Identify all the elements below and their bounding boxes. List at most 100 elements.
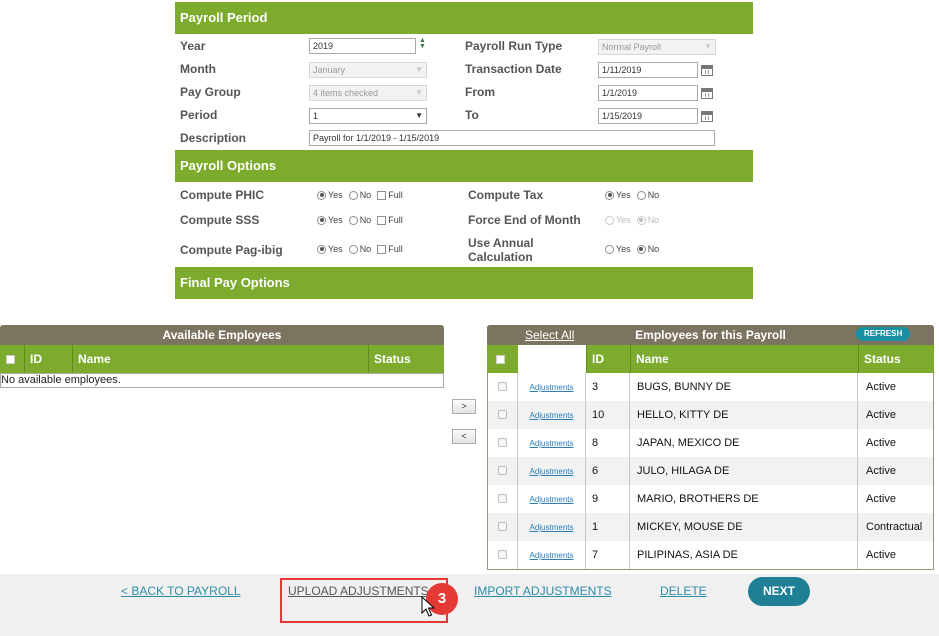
payroll-col-name[interactable]: Name (630, 345, 858, 373)
phic-full-checkbox[interactable] (377, 190, 387, 200)
row-checkbox-cell (488, 457, 518, 485)
year-label: Year (180, 39, 206, 53)
row-checkbox[interactable] (498, 522, 507, 531)
adjustments-link[interactable]: Adjustments (529, 439, 573, 448)
available-col-status[interactable]: Status (368, 345, 444, 373)
adjustments-link[interactable]: Adjustments (529, 551, 573, 560)
table-row[interactable]: Adjustments 7 PILIPINAS, ASIA DE Active (488, 541, 933, 569)
select-all-link[interactable]: Select All (525, 328, 574, 342)
refresh-button[interactable]: REFRESH (856, 327, 911, 341)
force-eom-yes-radio[interactable] (605, 215, 614, 225)
no-label: No (359, 215, 372, 225)
row-checkbox-cell (488, 373, 518, 401)
row-name: HELLO, KITTY DE (630, 401, 858, 429)
pay-group-value: 4 items checked (313, 88, 379, 98)
period-label: Period (180, 108, 218, 122)
transaction-date-input[interactable]: 1/11/2019 (598, 62, 698, 78)
run-type-select[interactable]: Normal Payroll ▼ (598, 39, 716, 55)
row-checkbox[interactable] (498, 438, 507, 447)
month-select[interactable]: January ▼ (309, 62, 427, 78)
tax-no-radio[interactable] (636, 190, 646, 200)
payroll-form: Payroll Period Year 2019 ▲ ▼ Month Januar… (175, 2, 753, 300)
row-status: Active (866, 493, 896, 505)
row-checkbox-cell (488, 513, 518, 541)
adjustments-link[interactable]: Adjustments (529, 383, 573, 392)
table-row[interactable]: Adjustments 3 BUGS, BUNNY DE Active (488, 373, 933, 401)
payroll-col-status[interactable]: Status (858, 345, 934, 373)
compute-pagibig-label: Compute Pag-ibig (180, 243, 283, 257)
year-spinner[interactable]: ▲ ▼ (419, 37, 426, 50)
annual-no-radio[interactable] (636, 244, 646, 254)
import-adjustments-link[interactable]: IMPORT ADJUSTMENTS (474, 584, 612, 598)
calendar-icon[interactable] (701, 65, 713, 76)
payroll-col-id[interactable]: ID (586, 345, 630, 373)
sss-full-checkbox[interactable] (377, 215, 387, 225)
available-select-all-cell (0, 345, 24, 373)
sss-no-radio[interactable] (348, 215, 358, 225)
row-adjustments-cell: Adjustments (518, 513, 586, 541)
tax-yes-radio[interactable] (605, 190, 614, 200)
final-pay-header[interactable]: Final Pay Options (175, 267, 753, 299)
row-checkbox[interactable] (498, 494, 507, 503)
adjustments-link[interactable]: Adjustments (529, 523, 573, 532)
table-row[interactable]: Adjustments 9 MARIO, BROTHERS DE Active (488, 485, 933, 513)
add-to-payroll-button[interactable]: > (452, 399, 476, 414)
period-select[interactable]: 1 ▼ (309, 108, 427, 124)
pagibig-full-checkbox[interactable] (377, 244, 387, 254)
pay-group-label: Pay Group (180, 85, 241, 99)
pagibig-yes-radio[interactable] (317, 244, 326, 254)
payroll-wizard: Payroll Period Year 2019 ▲ ▼ Month Januar… (0, 0, 939, 636)
payroll-employees-title: Employees for this Payroll (635, 328, 786, 342)
description-value: Payroll for 1/1/2019 - 1/15/2019 (313, 133, 440, 143)
phic-yes-radio[interactable] (317, 190, 326, 200)
to-label: To (465, 108, 479, 122)
table-row[interactable]: Adjustments 6 JULO, HILAGA DE Active (488, 457, 933, 485)
available-col-name[interactable]: Name (72, 345, 368, 373)
available-employees-title: Available Employees (0, 325, 444, 345)
available-col-id[interactable]: ID (24, 345, 72, 373)
row-checkbox[interactable] (498, 550, 507, 559)
annual-yes-radio[interactable] (605, 244, 614, 254)
calendar-icon[interactable] (701, 111, 713, 122)
pagibig-no-radio[interactable] (348, 244, 358, 254)
pay-group-select[interactable]: 4 items checked ▼ (309, 85, 427, 101)
adjustments-link[interactable]: Adjustments (529, 411, 573, 420)
table-row[interactable]: Adjustments 8 JAPAN, MEXICO DE Active (488, 429, 933, 457)
to-date-input[interactable]: 1/15/2019 (598, 108, 698, 124)
compute-sss-options: Yes No Full (317, 215, 403, 225)
table-row[interactable]: Adjustments 10 HELLO, KITTY DE Active (488, 401, 933, 429)
full-label: Full (388, 215, 403, 225)
compute-sss-label: Compute SSS (180, 213, 260, 227)
table-row[interactable]: Adjustments 1 MICKEY, MOUSE DE Contractual (488, 513, 933, 541)
remove-from-payroll-button[interactable]: < (452, 429, 476, 444)
year-value: 2019 (313, 41, 334, 51)
sss-yes-radio[interactable] (317, 215, 326, 225)
from-date-input[interactable]: 1/1/2019 (598, 85, 698, 101)
year-input[interactable]: 2019 (309, 38, 416, 54)
back-to-payroll-link[interactable]: < BACK TO PAYROLL (121, 584, 241, 598)
row-id: 3 (586, 373, 630, 401)
row-adjustments-cell: Adjustments (518, 541, 586, 569)
chevron-down-icon: ▼ (415, 88, 423, 97)
row-adjustments-cell: Adjustments (518, 401, 586, 429)
calendar-icon[interactable] (701, 88, 713, 99)
row-checkbox[interactable] (498, 466, 507, 475)
next-button[interactable]: NEXT (748, 577, 810, 606)
row-checkbox-cell (488, 485, 518, 513)
available-select-all-checkbox[interactable] (6, 355, 15, 365)
row-checkbox[interactable] (498, 382, 507, 391)
row-checkbox-cell (488, 401, 518, 429)
description-input[interactable]: Payroll for 1/1/2019 - 1/15/2019 (309, 130, 715, 146)
delete-link[interactable]: DELETE (660, 584, 707, 598)
adjustments-link[interactable]: Adjustments (529, 467, 573, 476)
force-eom-no-radio[interactable] (636, 215, 646, 225)
yes-label: Yes (616, 244, 631, 254)
adjustments-link[interactable]: Adjustments (529, 495, 573, 504)
spin-down-icon[interactable]: ▼ (419, 43, 426, 50)
phic-no-radio[interactable] (348, 190, 358, 200)
row-checkbox[interactable] (498, 410, 507, 419)
payroll-select-all-checkbox[interactable] (496, 355, 505, 365)
yes-label: Yes (328, 215, 343, 225)
row-adjustments-cell: Adjustments (518, 429, 586, 457)
compute-tax-options: Yes No (605, 190, 659, 200)
